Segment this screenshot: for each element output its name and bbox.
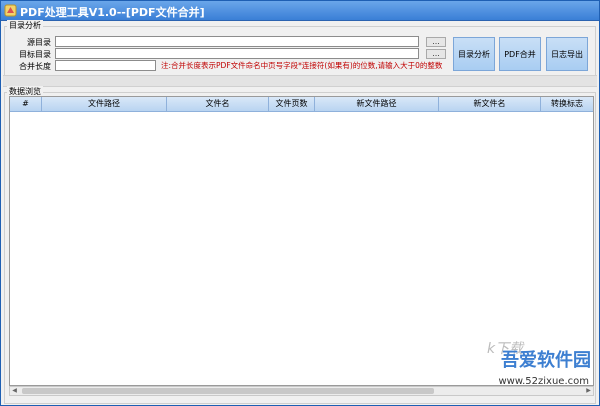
- target-dir-label: 目标目录: [19, 50, 51, 59]
- app-window: PDF处理工具V1.0--[PDF文件合并] 目录分析 源目录 ... 目标目录…: [0, 0, 600, 406]
- merge-length-label: 合并长度: [19, 62, 51, 71]
- app-icon: [4, 4, 17, 17]
- source-dir-browse-button[interactable]: ...: [426, 37, 446, 47]
- source-dir-label: 源目录: [27, 38, 51, 47]
- column-header-page-count[interactable]: 文件页数: [269, 97, 315, 111]
- export-log-button[interactable]: 日志导出: [546, 37, 588, 71]
- merge-length-input[interactable]: [55, 60, 156, 71]
- target-dir-browse-button[interactable]: ...: [426, 49, 446, 59]
- watermark-url: www.52zixue.com: [498, 376, 590, 387]
- scroll-left-icon[interactable]: ◀: [10, 387, 19, 395]
- column-header-index[interactable]: #: [10, 97, 42, 111]
- column-header-file-name[interactable]: 文件名: [167, 97, 269, 111]
- watermark-brand: 吾爱软件园: [501, 350, 591, 371]
- target-dir-input[interactable]: [55, 48, 419, 59]
- grid-header: # 文件路径 文件名 文件页数 新文件路径 新文件名 转换标志: [10, 97, 593, 112]
- column-header-file-path[interactable]: 文件路径: [42, 97, 167, 111]
- pdf-merge-button[interactable]: PDF合并: [499, 37, 541, 71]
- watermark: k下载 吾爱软件园 www.52zixue.com: [463, 341, 597, 404]
- directory-section-title: 目录分析: [7, 20, 43, 31]
- title-bar[interactable]: PDF处理工具V1.0--[PDF文件合并]: [1, 1, 599, 21]
- column-header-new-file-name[interactable]: 新文件名: [439, 97, 541, 111]
- column-header-new-file-path[interactable]: 新文件路径: [315, 97, 439, 111]
- analyze-directory-button[interactable]: 目录分析: [453, 37, 495, 71]
- splitter-bar[interactable]: [3, 75, 597, 87]
- window-title: PDF处理工具V1.0--[PDF文件合并]: [20, 6, 205, 19]
- merge-length-note: 注:合并长度表示PDF文件命名中页号字段*连接符(如果有)的位数,请输入大于0的…: [161, 61, 443, 70]
- column-header-convert-flag[interactable]: 转换标志: [541, 97, 593, 111]
- scrollbar-thumb[interactable]: [22, 388, 434, 394]
- source-dir-input[interactable]: [55, 36, 419, 47]
